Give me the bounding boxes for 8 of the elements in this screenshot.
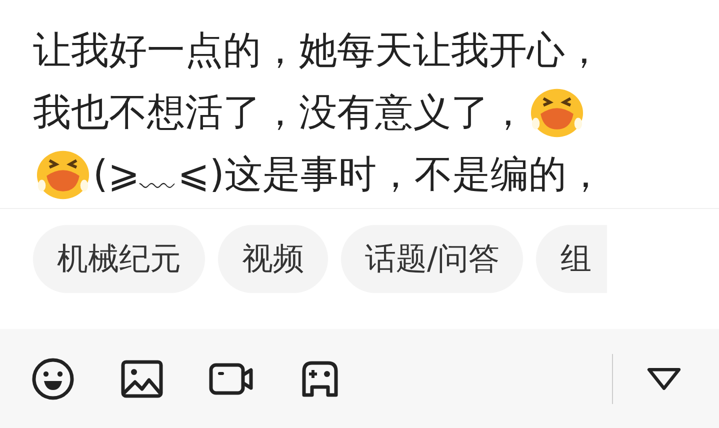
topic-tag[interactable]: 机械纪元 xyxy=(33,225,205,293)
post-text: 我也不想活了，没有意义了， xyxy=(33,88,527,136)
topic-tag[interactable]: 话题/问答 xyxy=(341,225,524,293)
topic-tag[interactable]: 视频 xyxy=(218,225,328,293)
post-text: 让我好一点的，她每天让我开心， xyxy=(33,26,603,74)
topic-tag[interactable]: 组 xyxy=(536,225,608,293)
smiley-icon[interactable] xyxy=(31,356,75,400)
post-text: (⩾﹏⩽)这是事时，不是编的， xyxy=(93,150,604,198)
